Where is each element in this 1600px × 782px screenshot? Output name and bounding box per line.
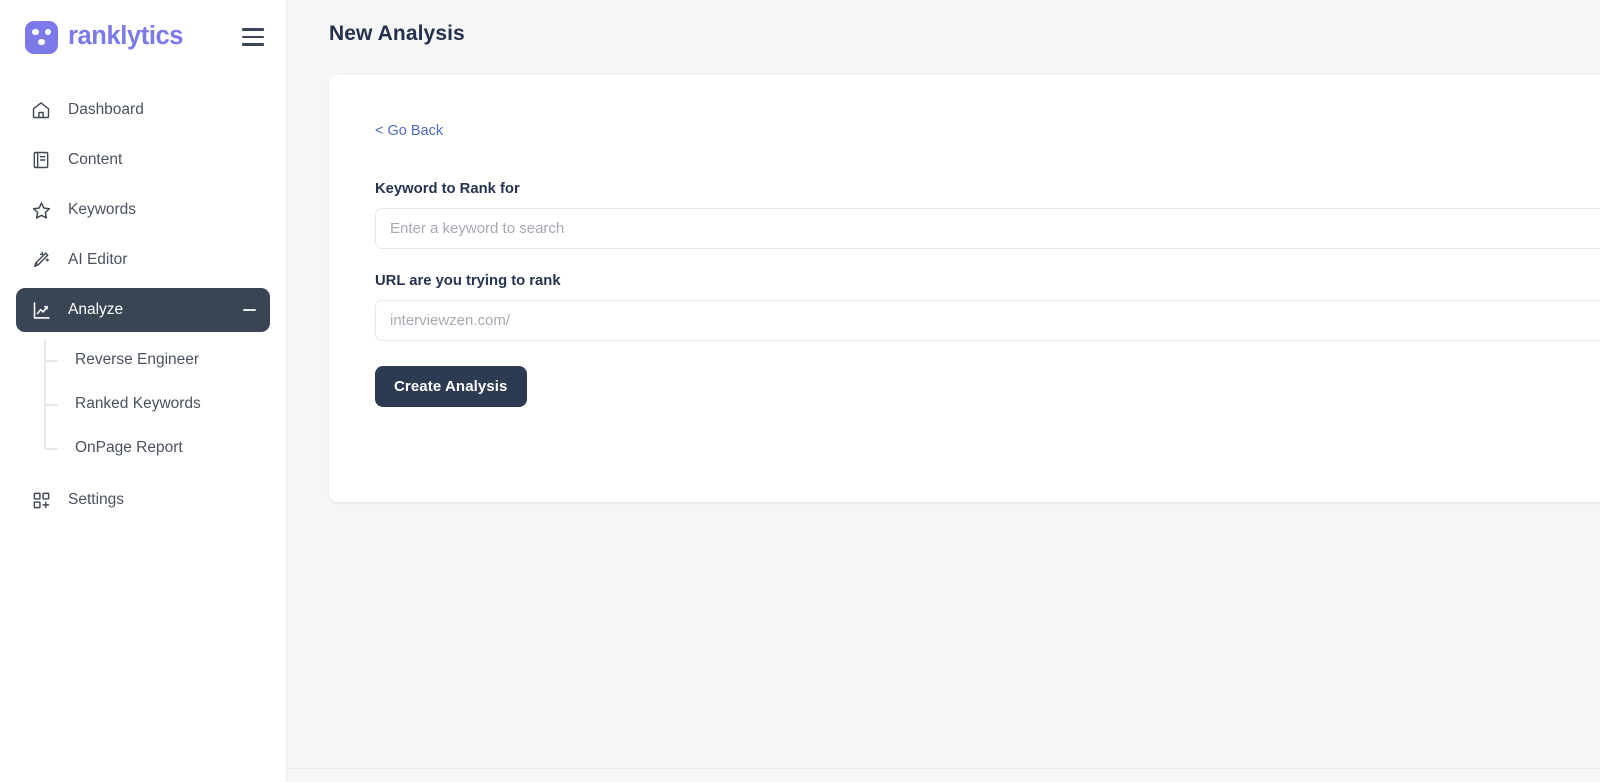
- go-back-link[interactable]: < Go Back: [375, 124, 443, 139]
- sidebar-header: ranklytics: [0, 0, 286, 74]
- sidebar: ranklytics Dashboard Content Keywords AI…: [0, 0, 287, 782]
- sidebar-item-label: Settings: [68, 491, 125, 509]
- content-bottom-divider: [287, 768, 1600, 769]
- page-title: New Analysis: [329, 22, 465, 45]
- sidebar-subitem-label: Reverse Engineer: [75, 351, 200, 369]
- collapse-minus-icon[interactable]: [243, 309, 256, 311]
- sidebar-item-dashboard[interactable]: Dashboard: [16, 88, 270, 132]
- sidebar-item-ai-editor[interactable]: AI Editor: [16, 238, 270, 282]
- grid-plus-icon: [30, 489, 52, 511]
- main-canvas: New Analysis < Go Back Keyword to Rank f…: [287, 0, 1600, 769]
- url-input[interactable]: [375, 300, 1600, 341]
- sidebar-item-content[interactable]: Content: [16, 138, 270, 182]
- sidebar-subitem-ranked-keywords[interactable]: Ranked Keywords: [45, 382, 270, 426]
- sidebar-nav-tail: Settings: [16, 478, 270, 522]
- sidebar-item-label: Content: [68, 151, 123, 169]
- sidebar-subitem-onpage-report[interactable]: OnPage Report: [45, 426, 270, 470]
- keyword-input[interactable]: [375, 208, 1600, 249]
- home-icon: [30, 99, 52, 121]
- sidebar-item-settings[interactable]: Settings: [16, 478, 270, 522]
- hamburger-icon[interactable]: [242, 28, 264, 46]
- sidebar-subitem-reverse-engineer[interactable]: Reverse Engineer: [45, 338, 270, 382]
- magic-wand-icon: [30, 249, 52, 271]
- sidebar-subitem-label: OnPage Report: [75, 439, 183, 457]
- sidebar-item-label: Keywords: [68, 201, 137, 219]
- brand-name: ranklytics: [68, 22, 184, 51]
- url-field-label: URL are you trying to rank: [375, 273, 561, 289]
- create-analysis-button[interactable]: Create Analysis: [375, 366, 527, 407]
- brand-logo[interactable]: ranklytics: [25, 20, 242, 54]
- sidebar-item-label: Analyze: [68, 301, 124, 319]
- sidebar-nav: Dashboard Content Keywords AI Editor Ana…: [0, 74, 286, 522]
- sidebar-item-analyze[interactable]: Analyze: [16, 288, 270, 332]
- new-analysis-card: < Go Back Keyword to Rank for URL are yo…: [329, 75, 1600, 502]
- chart-line-icon: [30, 299, 52, 321]
- star-icon: [30, 199, 52, 221]
- sidebar-item-keywords[interactable]: Keywords: [16, 188, 270, 232]
- sidebar-item-label: Dashboard: [68, 101, 144, 119]
- app-root: ranklytics Dashboard Content Keywords AI…: [0, 0, 1600, 782]
- sidebar-submenu-analyze: Reverse Engineer Ranked Keywords OnPage …: [16, 338, 270, 470]
- main-content: New Analysis < Go Back Keyword to Rank f…: [287, 0, 1600, 782]
- sidebar-subitem-label: Ranked Keywords: [75, 395, 201, 413]
- book-icon: [30, 149, 52, 171]
- keyword-field-label: Keyword to Rank for: [375, 181, 520, 197]
- sidebar-item-label: AI Editor: [68, 251, 128, 269]
- ranklytics-logo-icon: [25, 20, 58, 54]
